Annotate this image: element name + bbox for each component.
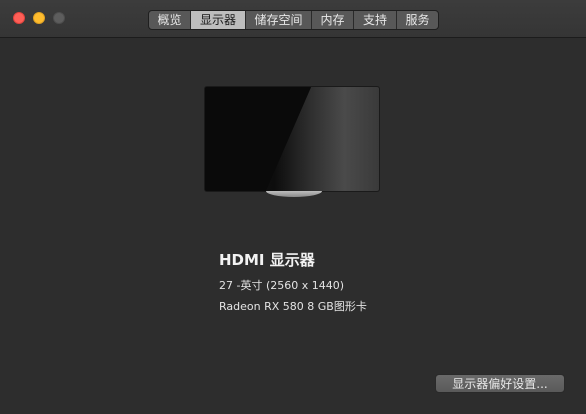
about-this-mac-window: 概览 显示器 储存空间 内存 支持 服务 HDMI 显示器 27 -英寸 (25… bbox=[0, 0, 586, 414]
tab-service[interactable]: 服务 bbox=[397, 11, 438, 29]
display-size-resolution: 27 -英寸 (2560 x 1440) bbox=[219, 279, 345, 292]
close-button[interactable] bbox=[13, 12, 25, 24]
tab-bar: 概览 显示器 储存空间 内存 支持 服务 bbox=[148, 10, 439, 30]
tab-support[interactable]: 支持 bbox=[354, 11, 397, 29]
display-name: HDMI 显示器 bbox=[219, 251, 315, 269]
monitor-icon bbox=[205, 87, 379, 191]
tab-memory[interactable]: 内存 bbox=[312, 11, 354, 29]
tab-storage[interactable]: 储存空间 bbox=[246, 11, 312, 29]
display-preferences-button[interactable]: 显示器偏好设置... bbox=[435, 374, 565, 393]
tab-overview[interactable]: 概览 bbox=[149, 11, 191, 29]
tab-displays[interactable]: 显示器 bbox=[191, 11, 246, 29]
zoom-button[interactable] bbox=[53, 12, 65, 24]
title-bar: 概览 显示器 储存空间 内存 支持 服务 bbox=[0, 0, 586, 38]
monitor-stand-icon bbox=[266, 191, 322, 197]
graphics-card-info: Radeon RX 580 8 GB图形卡 bbox=[219, 300, 367, 313]
minimize-button[interactable] bbox=[33, 12, 45, 24]
